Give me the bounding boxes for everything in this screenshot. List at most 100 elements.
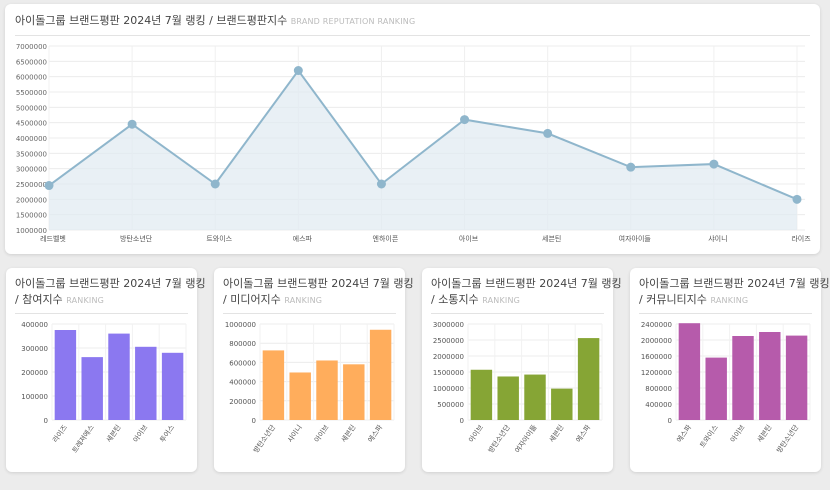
data-point[interactable] xyxy=(293,66,303,76)
bar[interactable] xyxy=(551,388,573,420)
x-tick-label: 방탄소년단 xyxy=(486,423,512,455)
data-point[interactable] xyxy=(210,179,220,189)
y-tick-label: 6500000 xyxy=(16,58,47,66)
media-bar-chart: 0 200000 400000 600000 800000 1000000 방탄소년단 샤이니… xyxy=(225,321,395,455)
brand-reputation-line-chart: 1000000 1500000 2000000 2500000 3000000 35000… xyxy=(16,43,811,243)
x-tick-label: 레드벨벳 xyxy=(40,234,66,243)
panel-3-subtitle: RANKING xyxy=(482,296,521,305)
bar[interactable] xyxy=(108,333,130,420)
panel-4-title: 아이돌그룹 브랜드평판 2024년 7월 랭킹 / 커뮤니티지수 RANKING xyxy=(639,276,830,309)
y-tick-label: 800000 xyxy=(229,340,256,348)
y-tick-label: 400000 xyxy=(21,321,48,329)
bar[interactable] xyxy=(289,372,311,420)
panel-3-title: 아이돌그룹 브랜드평판 2024년 7월 랭킹 / 소통지수 RANKING xyxy=(431,276,622,309)
community-chart-card: 아이돌그룹 브랜드평판 2024년 7월 랭킹 / 커뮤니티지수 RANKING… xyxy=(630,268,830,472)
bar[interactable] xyxy=(161,352,184,420)
bar[interactable] xyxy=(316,360,338,420)
y-tick-label: 600000 xyxy=(229,359,256,367)
bar[interactable] xyxy=(369,329,392,420)
series-area-fill xyxy=(49,70,797,231)
y-tick-label: 1000000 xyxy=(433,385,464,393)
y-tick-label: 2400000 xyxy=(641,321,672,329)
x-tick-label: 세븐틴 xyxy=(542,234,561,243)
panel-1-title-line1: 아이돌그룹 브랜드평판 2024년 7월 랭킹 xyxy=(15,277,206,290)
panel-2-title: 아이돌그룹 브랜드평판 2024년 7월 랭킹 / 미디어지수 RANKING xyxy=(223,276,414,309)
communication-bar-chart: 0 500000 1000000 1500000 2000000 2500000 30000… xyxy=(433,321,603,455)
participation-chart-card: 아이돌그룹 브랜드평판 2024년 7월 랭킹 / 참여지수 RANKING 0… xyxy=(6,268,206,472)
bar[interactable] xyxy=(343,364,365,420)
community-bar-chart: 0 400000 800000 1200000 1600000 2000000 240000… xyxy=(641,321,811,455)
media-chart-card: 아이돌그룹 브랜드평판 2024년 7월 랭킹 / 미디어지수 RANKING … xyxy=(214,268,414,472)
bar[interactable] xyxy=(705,357,727,420)
data-point[interactable] xyxy=(709,159,719,169)
y-tick-label: 400000 xyxy=(229,379,256,387)
x-tick-label: 아이브 xyxy=(312,423,331,444)
bar[interactable] xyxy=(470,369,493,420)
x-tick-label: 투어스 xyxy=(158,423,177,444)
panel-1-subtitle: RANKING xyxy=(66,296,105,305)
y-tick-label: 0 xyxy=(252,417,256,425)
bar[interactable] xyxy=(54,330,77,420)
y-tick-label: 0 xyxy=(460,417,464,425)
bar[interactable] xyxy=(497,376,519,420)
bar[interactable] xyxy=(785,335,808,420)
y-tick-label: 500000 xyxy=(437,401,464,409)
bar[interactable] xyxy=(262,350,285,420)
panel-2-title-line2: / 미디어지수 xyxy=(223,293,281,306)
bar[interactable] xyxy=(732,336,754,420)
panel-3-title-line1: 아이돌그룹 브랜드평판 2024년 7월 랭킹 xyxy=(431,277,622,290)
main-chart-title: 아이돌그룹 브랜드평판 2024년 7월 랭킹 / 브랜드평판지수 BRAND … xyxy=(15,13,415,30)
x-tick-label: 에스파 xyxy=(574,423,593,444)
x-tick-label: 여자아이들 xyxy=(513,423,539,455)
participation-bar-chart: 0 100000 200000 300000 400000 라이즈 트레져에스 세븐틴 아이브 투… xyxy=(21,321,187,455)
data-point[interactable] xyxy=(44,181,54,191)
y-tick-label: 3000000 xyxy=(16,166,47,174)
x-tick-label: 여자아이들 xyxy=(619,234,652,243)
y-tick-label: 200000 xyxy=(21,369,48,377)
x-tick-label: 트와이스 xyxy=(206,234,232,243)
bar[interactable] xyxy=(759,332,781,420)
x-tick-label: 세븐틴 xyxy=(755,423,773,444)
panel-4-title-line1: 아이돌그룹 브랜드평판 2024년 7월 랭킹 xyxy=(639,277,830,290)
panel-4-title-line2: / 커뮤니티지수 xyxy=(639,293,707,306)
x-tick-label: 아이브 xyxy=(131,423,150,444)
x-tick-label: 아이브 xyxy=(467,423,486,444)
bar[interactable] xyxy=(81,357,103,420)
y-tick-label: 400000 xyxy=(645,401,672,409)
y-tick-label: 5000000 xyxy=(16,104,47,112)
data-point[interactable] xyxy=(543,128,553,138)
main-chart-card: 아이돌그룹 브랜드평판 2024년 7월 랭킹 / 브랜드평판지수 BRAND … xyxy=(5,4,820,254)
y-tick-label: 1000000 xyxy=(225,321,256,329)
bar[interactable] xyxy=(135,346,157,420)
x-tick-label: 에스파 xyxy=(293,234,313,243)
bar[interactable] xyxy=(524,374,546,420)
communication-chart-card: 아이돌그룹 브랜드평판 2024년 7월 랭킹 / 소통지수 RANKING 0… xyxy=(422,268,622,472)
y-tick-label: 2500000 xyxy=(433,337,464,345)
data-point[interactable] xyxy=(127,119,137,129)
panel-3-title-line2: / 소통지수 xyxy=(431,293,479,306)
x-tick-label: 세븐틴 xyxy=(547,423,565,444)
x-tick-label: 샤이니 xyxy=(285,423,303,444)
data-point[interactable] xyxy=(460,115,470,125)
y-tick-label: 4000000 xyxy=(16,135,47,143)
y-tick-label: 7000000 xyxy=(16,43,47,51)
y-tick-label: 6000000 xyxy=(16,74,47,82)
x-tick-label: 세븐틴 xyxy=(104,423,122,444)
y-tick-label: 1500000 xyxy=(16,212,47,220)
data-point[interactable] xyxy=(626,162,636,172)
bar[interactable] xyxy=(678,323,701,420)
panel-2-title-line1: 아이돌그룹 브랜드평판 2024년 7월 랭킹 xyxy=(223,277,414,290)
bar[interactable] xyxy=(577,338,600,420)
data-point[interactable] xyxy=(792,194,802,204)
y-tick-label: 300000 xyxy=(21,345,48,353)
y-tick-label: 200000 xyxy=(229,398,256,406)
x-tick-label: 에스파 xyxy=(675,423,694,444)
x-tick-label: 엔하이픈 xyxy=(373,234,399,243)
x-tick-label: 방탄소년단 xyxy=(251,423,277,455)
x-tick-label: 세븐틴 xyxy=(339,423,357,444)
y-tick-label: 100000 xyxy=(21,393,48,401)
data-point[interactable] xyxy=(376,179,386,189)
y-tick-label: 3000000 xyxy=(433,321,464,329)
x-tick-label: 샤이니 xyxy=(708,234,727,243)
y-tick-label: 1500000 xyxy=(433,369,464,377)
